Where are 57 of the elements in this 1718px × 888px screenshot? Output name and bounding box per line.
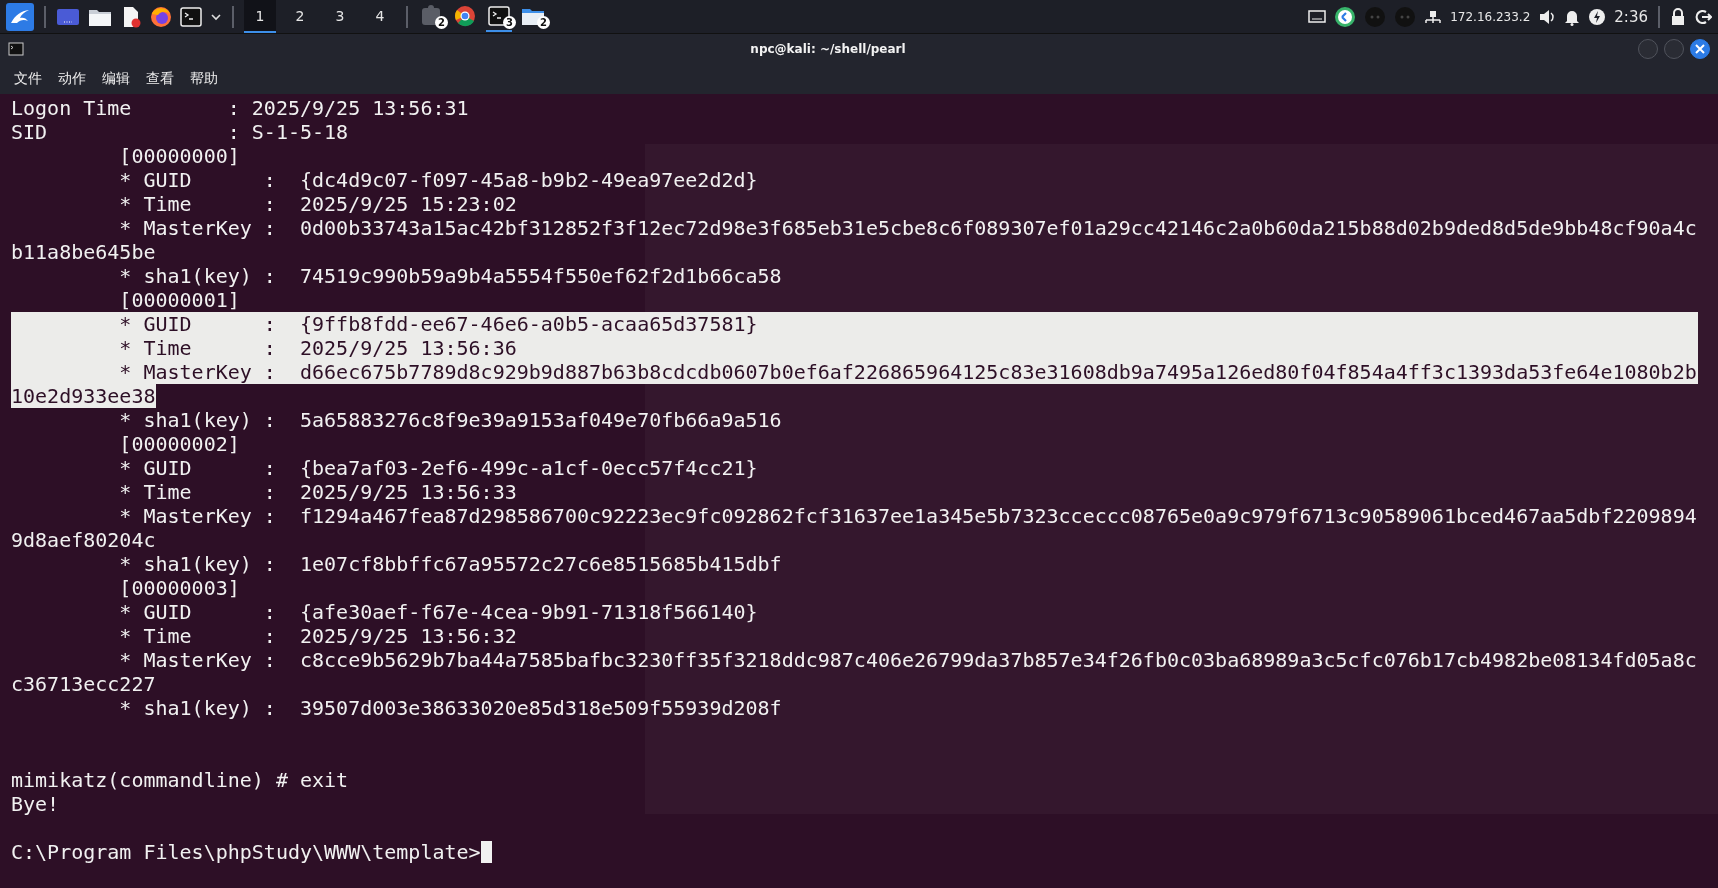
- terminal-icon[interactable]: [488, 5, 510, 26]
- menu-item[interactable]: 动作: [52, 67, 92, 90]
- menu-item[interactable]: 文件: [8, 67, 48, 90]
- workspace-tab[interactable]: 2: [284, 0, 316, 33]
- logout-icon[interactable]: [1694, 7, 1712, 26]
- terminal-line: c36713ecc227: [11, 672, 156, 696]
- dragon-logo-icon[interactable]: [6, 2, 34, 31]
- terminal-line: * MasterKey : c8cce9b5629b7ba44a7585bafbc3230ff35f3218ddc987c406e26799da37b857e34f26fb0c03ba68989a3c5cfc076b17cb4982be08134fd05a8c: [118, 648, 1697, 672]
- window-title: npc@kali: ~/shell/pearl: [749, 41, 907, 56]
- monitor-icon[interactable]: [1308, 8, 1327, 25]
- browser-icon[interactable]: [454, 4, 476, 27]
- terminal-icon[interactable]: [180, 6, 202, 27]
- terminal-line: * sha1(key) : 1e07cf8bbffc67a95572c27c6e8515685b415dbf: [118, 552, 782, 576]
- terminal-line: Bye!: [11, 792, 60, 816]
- terminal-line: * sha1(key) : 5a65883276c8f9e39a9153af049e70fb66a9a516: [118, 408, 782, 432]
- chevron-down-icon[interactable]: [210, 11, 222, 22]
- terminal-line: * GUID : {bea7af03-2ef6-499c-a1cf-0ecc57f4cc21}: [118, 456, 758, 480]
- close-icon[interactable]: [1695, 43, 1705, 54]
- terminal-line: [00000000]: [118, 144, 240, 168]
- terminal-line: * sha1(key) : 39507d003e38633020e85d318e509f55939d208f: [118, 696, 782, 720]
- terminal-line: * MasterKey : f1294a467fea87d298586700c92223ec9fc092862fcf31637ee1a345e5b7323cceccc08765e0a9c979f6713c90589061bced467aa5dbf2209894: [118, 504, 1697, 528]
- firefox-icon[interactable]: [150, 5, 172, 28]
- screen-icon[interactable]: [56, 6, 80, 27]
- terminal-line: * GUID : {afe30aef-f67e-4cea-9b91-71318f566140}: [118, 600, 758, 624]
- terminal-line: * Time : 2025/9/25 15:23:02: [118, 192, 517, 216]
- terminal-line: * MasterKey : 0d00b33743a15ac42bf312852f3f12ec72d98e3f685eb31e5cbe8c6f089307ef01a29cc42146c2a0b60da215b88d02b9ded8d5de9bb48cf90a4c: [118, 216, 1697, 240]
- terminal-line: 9d8aef80204c: [11, 528, 156, 552]
- text-cursor: [480, 841, 492, 863]
- terminal-line: * GUID : {dc4d9c07-f097-45a8-b9b2-49ea97ee2d2d}: [118, 168, 758, 192]
- puzzle-icon[interactable]: [420, 4, 442, 27]
- terminal-line: b11a8be645be: [11, 240, 156, 264]
- command-prompt: C:\Program Files\phpStudy\WWW\template>: [11, 840, 481, 864]
- close-button[interactable]: [1690, 38, 1710, 59]
- power-icon[interactable]: [1588, 7, 1607, 26]
- sync-icon[interactable]: [1334, 5, 1357, 28]
- ip-address: 172.16.233.2: [1450, 9, 1531, 24]
- menu-item[interactable]: 查看: [140, 67, 180, 90]
- terminal-icon: [8, 41, 24, 56]
- task-button[interactable]: 3: [486, 1, 512, 32]
- terminal-line: [00000002]: [118, 432, 240, 456]
- volume-icon[interactable]: [1538, 7, 1557, 26]
- workspace-tab[interactable]: 1: [244, 0, 276, 33]
- terminal-line: [00000001]: [118, 288, 240, 312]
- clock: 2:36: [1614, 7, 1648, 26]
- terminal-line: mimikatz(commandline) # exit: [11, 768, 349, 792]
- terminal-line: [00000003]: [118, 576, 240, 600]
- terminal-line: * sha1(key) : 74519c990b59a9b4a5554f550ef62f2d1b66ca58: [118, 264, 782, 288]
- workspace-tab[interactable]: 3: [324, 0, 356, 33]
- workspace-tab[interactable]: 4: [364, 0, 396, 33]
- lock-icon[interactable]: [1670, 7, 1686, 26]
- terminal-line: * Time : 2025/9/25 13:56:32: [118, 624, 517, 648]
- menu-item[interactable]: 编辑: [96, 67, 136, 90]
- terminal-line: SID : S-1-5-18: [11, 120, 349, 144]
- menu-item[interactable]: 帮助: [184, 67, 224, 90]
- count-badge: 2: [435, 15, 448, 29]
- terminal-line: Logon Time : 2025/9/25 13:56:31: [11, 96, 469, 120]
- terminal-line: * Time : 2025/9/25 13:56:33: [118, 480, 517, 504]
